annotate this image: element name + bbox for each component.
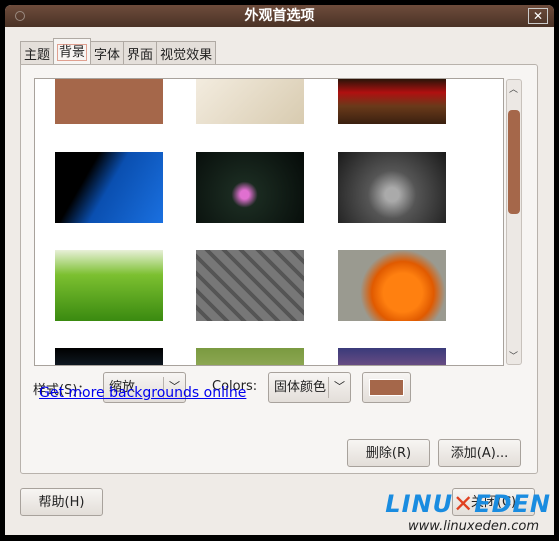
scrollbar-thumb[interactable] bbox=[508, 110, 520, 214]
scroll-down-icon[interactable]: ﹀ bbox=[509, 349, 518, 362]
tab-visual-effects[interactable]: 视觉效果 bbox=[156, 41, 217, 64]
color-swatch bbox=[369, 379, 404, 396]
tab-label: 主题 bbox=[24, 48, 51, 63]
tab-label: 字体 bbox=[94, 48, 121, 63]
tab-background[interactable]: 背景 bbox=[53, 38, 92, 64]
appearance-preferences-window: 外观首选项 ✕ 主题 背景 字体 界面 视觉效果 ︿ ﹀ 样式(S)： 缩放 ﹀… bbox=[5, 5, 554, 535]
wallpaper-thumbnail[interactable] bbox=[338, 152, 446, 223]
background-panel: ︿ ﹀ 样式(S)： 缩放 ﹀ Colors: 固体颜色 ﹀ 删除(R) 添加(… bbox=[20, 64, 538, 474]
color-picker-button[interactable] bbox=[362, 372, 411, 403]
add-button[interactable]: 添加(A)... bbox=[438, 439, 521, 467]
wallpaper-thumbnail[interactable] bbox=[196, 348, 304, 365]
chevron-down-icon: ﹀ bbox=[328, 377, 350, 398]
color-type-value: 固体颜色 bbox=[274, 380, 327, 395]
watermark-logo: LINU✕EDEN bbox=[385, 490, 551, 518]
get-more-backgrounds-link[interactable]: Get more backgrounds online bbox=[39, 385, 246, 401]
wallpaper-thumbnail[interactable] bbox=[338, 348, 446, 365]
tab-label: 界面 bbox=[127, 48, 154, 63]
help-button[interactable]: 帮助(H) bbox=[20, 488, 103, 516]
window-title: 外观首选项 bbox=[244, 8, 315, 24]
tab-fonts[interactable]: 字体 bbox=[90, 41, 125, 64]
wallpaper-thumbnail[interactable] bbox=[55, 348, 163, 365]
wallpaper-thumbnail[interactable] bbox=[196, 79, 304, 124]
tab-bar: 主题 背景 字体 界面 视觉效果 bbox=[20, 38, 217, 64]
color-type-combo[interactable]: 固体颜色 ﹀ bbox=[268, 372, 351, 403]
window-menu-icon[interactable] bbox=[15, 11, 25, 21]
remove-button[interactable]: 删除(R) bbox=[347, 439, 430, 467]
wallpaper-thumbnail[interactable] bbox=[55, 79, 163, 124]
tab-theme[interactable]: 主题 bbox=[20, 41, 55, 64]
close-window-button[interactable]: ✕ bbox=[528, 8, 548, 24]
wallpaper-thumbnail[interactable] bbox=[338, 79, 446, 124]
watermark-url: www.linuxeden.com bbox=[408, 519, 539, 534]
wallpaper-gallery bbox=[34, 78, 504, 366]
gallery-scrollbar[interactable]: ︿ ﹀ bbox=[506, 79, 522, 365]
tab-label: 视觉效果 bbox=[160, 48, 213, 63]
scroll-up-icon[interactable]: ︿ bbox=[509, 82, 518, 95]
wallpaper-thumbnail[interactable] bbox=[55, 152, 163, 223]
title-bar: 外观首选项 ✕ bbox=[5, 5, 554, 27]
wallpaper-thumbnail[interactable] bbox=[196, 250, 304, 321]
wallpaper-thumbnail[interactable] bbox=[196, 152, 304, 223]
tab-interface[interactable]: 界面 bbox=[123, 41, 158, 64]
tab-label: 背景 bbox=[57, 44, 88, 61]
wallpaper-thumbnail[interactable] bbox=[55, 250, 163, 321]
wallpaper-thumbnail[interactable] bbox=[338, 250, 446, 321]
